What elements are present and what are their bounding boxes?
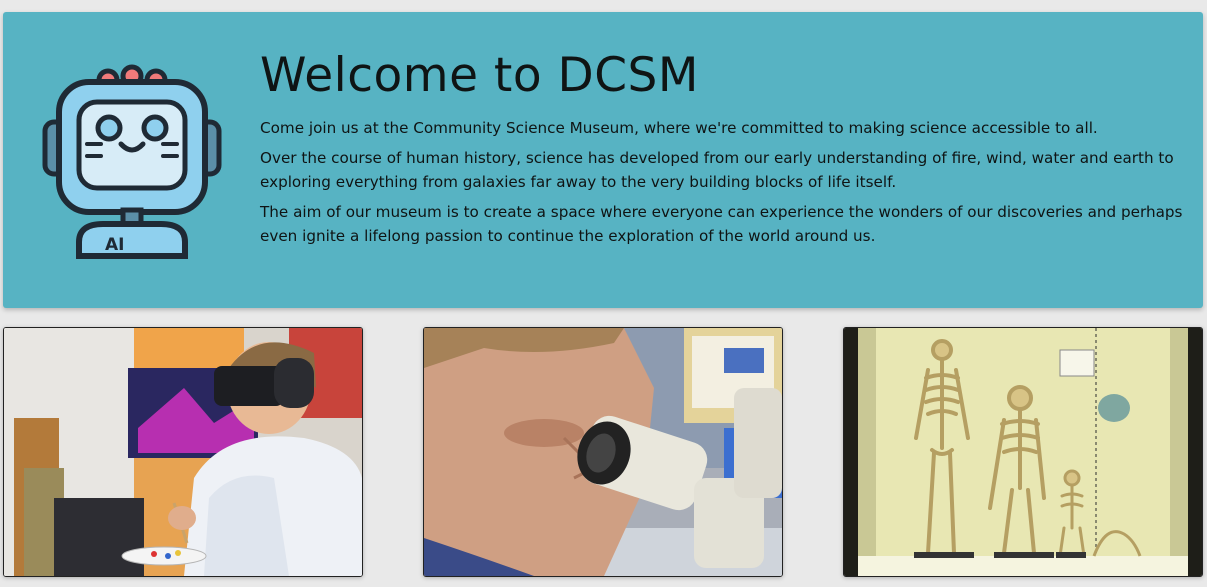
hero-text: Welcome to DCSM Come join us at the Comm… (260, 48, 1190, 254)
intro-paragraph-1: Come join us at the Community Science Mu… (260, 119, 1098, 137)
skeleton-display-photo (844, 328, 1202, 576)
page-title: Welcome to DCSM (260, 48, 699, 103)
robot-ai-icon: AI (42, 64, 222, 259)
gallery-photo-skeletons (843, 327, 1203, 577)
robot-label: AI (105, 235, 124, 255)
welcome-banner: AI Welcome to DCSM Come join us at the C… (3, 12, 1203, 308)
gallery-photo-vr-painting (3, 327, 363, 577)
vr-headset-painting-photo (4, 328, 362, 576)
intro-paragraph-2: Over the course of human history, scienc… (260, 149, 1174, 191)
intro-paragraph-3: The aim of our museum is to create a spa… (260, 203, 1183, 245)
microscope-photo (424, 328, 782, 576)
gallery-photo-microscope (423, 327, 783, 577)
